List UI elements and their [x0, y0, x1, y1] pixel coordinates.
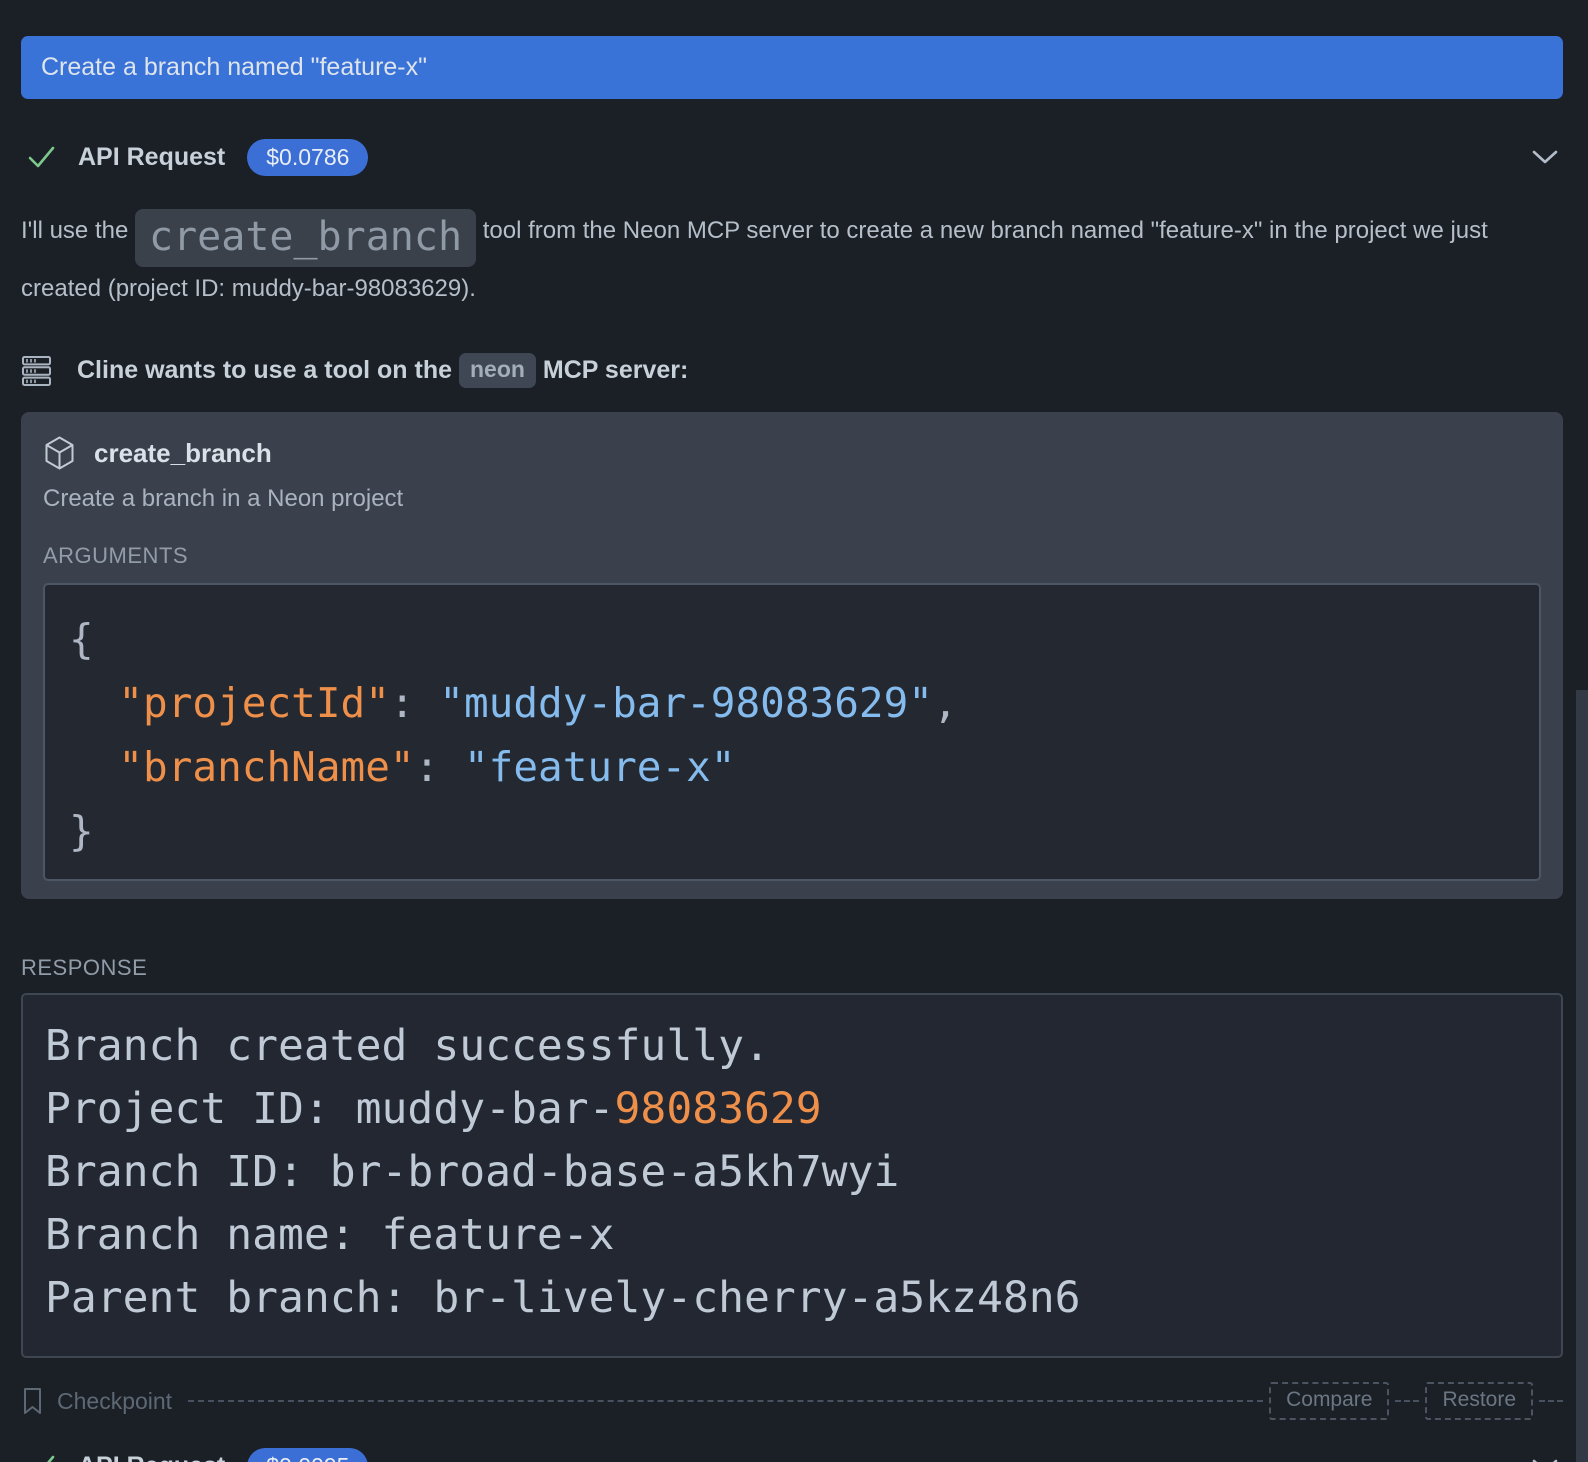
- code-line: Branch ID: br-broad-base-a5kh7wyi: [45, 1141, 1539, 1204]
- chat-content: Create a branch named "feature-x" API Re…: [0, 0, 1588, 1462]
- chevron-down-icon[interactable]: [1531, 149, 1559, 165]
- tool-use-header: Cline wants to use a tool on the neon MC…: [21, 353, 1563, 388]
- api-request-label: API Request: [78, 143, 225, 172]
- code-line: {: [69, 607, 1515, 671]
- inline-code-chip: create_branch: [135, 209, 476, 267]
- tool-title-row: create_branch: [43, 435, 1541, 471]
- message-text-before: I'll use the: [21, 217, 135, 244]
- cost-badge: $0.0095: [247, 1448, 368, 1462]
- compare-button[interactable]: Compare: [1269, 1382, 1389, 1420]
- checkpoint-divider: [188, 1400, 1263, 1402]
- assistant-message: I'll use the create_branch tool from the…: [21, 209, 1526, 311]
- code-line: }: [69, 799, 1515, 863]
- code-line: Project ID: muddy-bar-98083629: [45, 1078, 1539, 1141]
- bookmark-icon: [21, 1386, 44, 1416]
- response-code[interactable]: Branch created successfully.Project ID: …: [21, 993, 1563, 1358]
- checkpoint-divider: [1539, 1400, 1563, 1402]
- checkpoint-divider: [1395, 1400, 1419, 1402]
- checkpoint-row: Checkpoint Compare Restore: [21, 1382, 1563, 1420]
- cube-icon: [43, 435, 76, 471]
- tool-use-header-text: Cline wants to use a tool on the neon MC…: [77, 353, 688, 388]
- code-line: "branchName": "feature-x": [69, 735, 1515, 799]
- task-banner[interactable]: Create a branch named "feature-x": [21, 36, 1563, 99]
- tool-card: create_branch Create a branch in a Neon …: [21, 412, 1563, 899]
- arguments-label: ARGUMENTS: [43, 543, 1541, 569]
- api-request-row-2[interactable]: API Request $0.0095: [21, 1444, 1563, 1462]
- restore-button[interactable]: Restore: [1425, 1382, 1533, 1420]
- scrollbar-thumb[interactable]: [1576, 690, 1588, 1462]
- response-label: RESPONSE: [21, 955, 1563, 981]
- api-request-row-1[interactable]: API Request $0.0786: [21, 135, 1563, 179]
- arguments-code[interactable]: { "projectId": "muddy-bar-98083629", "br…: [43, 583, 1541, 881]
- cost-badge: $0.0786: [247, 139, 368, 176]
- task-banner-text: Create a branch named "feature-x": [41, 53, 427, 82]
- server-name-chip: neon: [459, 353, 536, 388]
- tool-description: Create a branch in a Neon project: [43, 485, 1541, 513]
- checkpoint-label: Checkpoint: [57, 1388, 172, 1415]
- check-icon: [27, 1453, 56, 1462]
- mcp-server-icon: [21, 354, 53, 388]
- code-line: Parent branch: br-lively-cherry-a5kz48n6: [45, 1267, 1539, 1330]
- chevron-down-icon[interactable]: [1531, 1458, 1559, 1462]
- tool-name: create_branch: [94, 438, 272, 469]
- code-line: "projectId": "muddy-bar-98083629",: [69, 671, 1515, 735]
- code-line: Branch created successfully.: [45, 1015, 1539, 1078]
- api-request-label: API Request: [78, 1452, 225, 1462]
- code-line: Branch name: feature-x: [45, 1204, 1539, 1267]
- check-icon: [27, 144, 56, 170]
